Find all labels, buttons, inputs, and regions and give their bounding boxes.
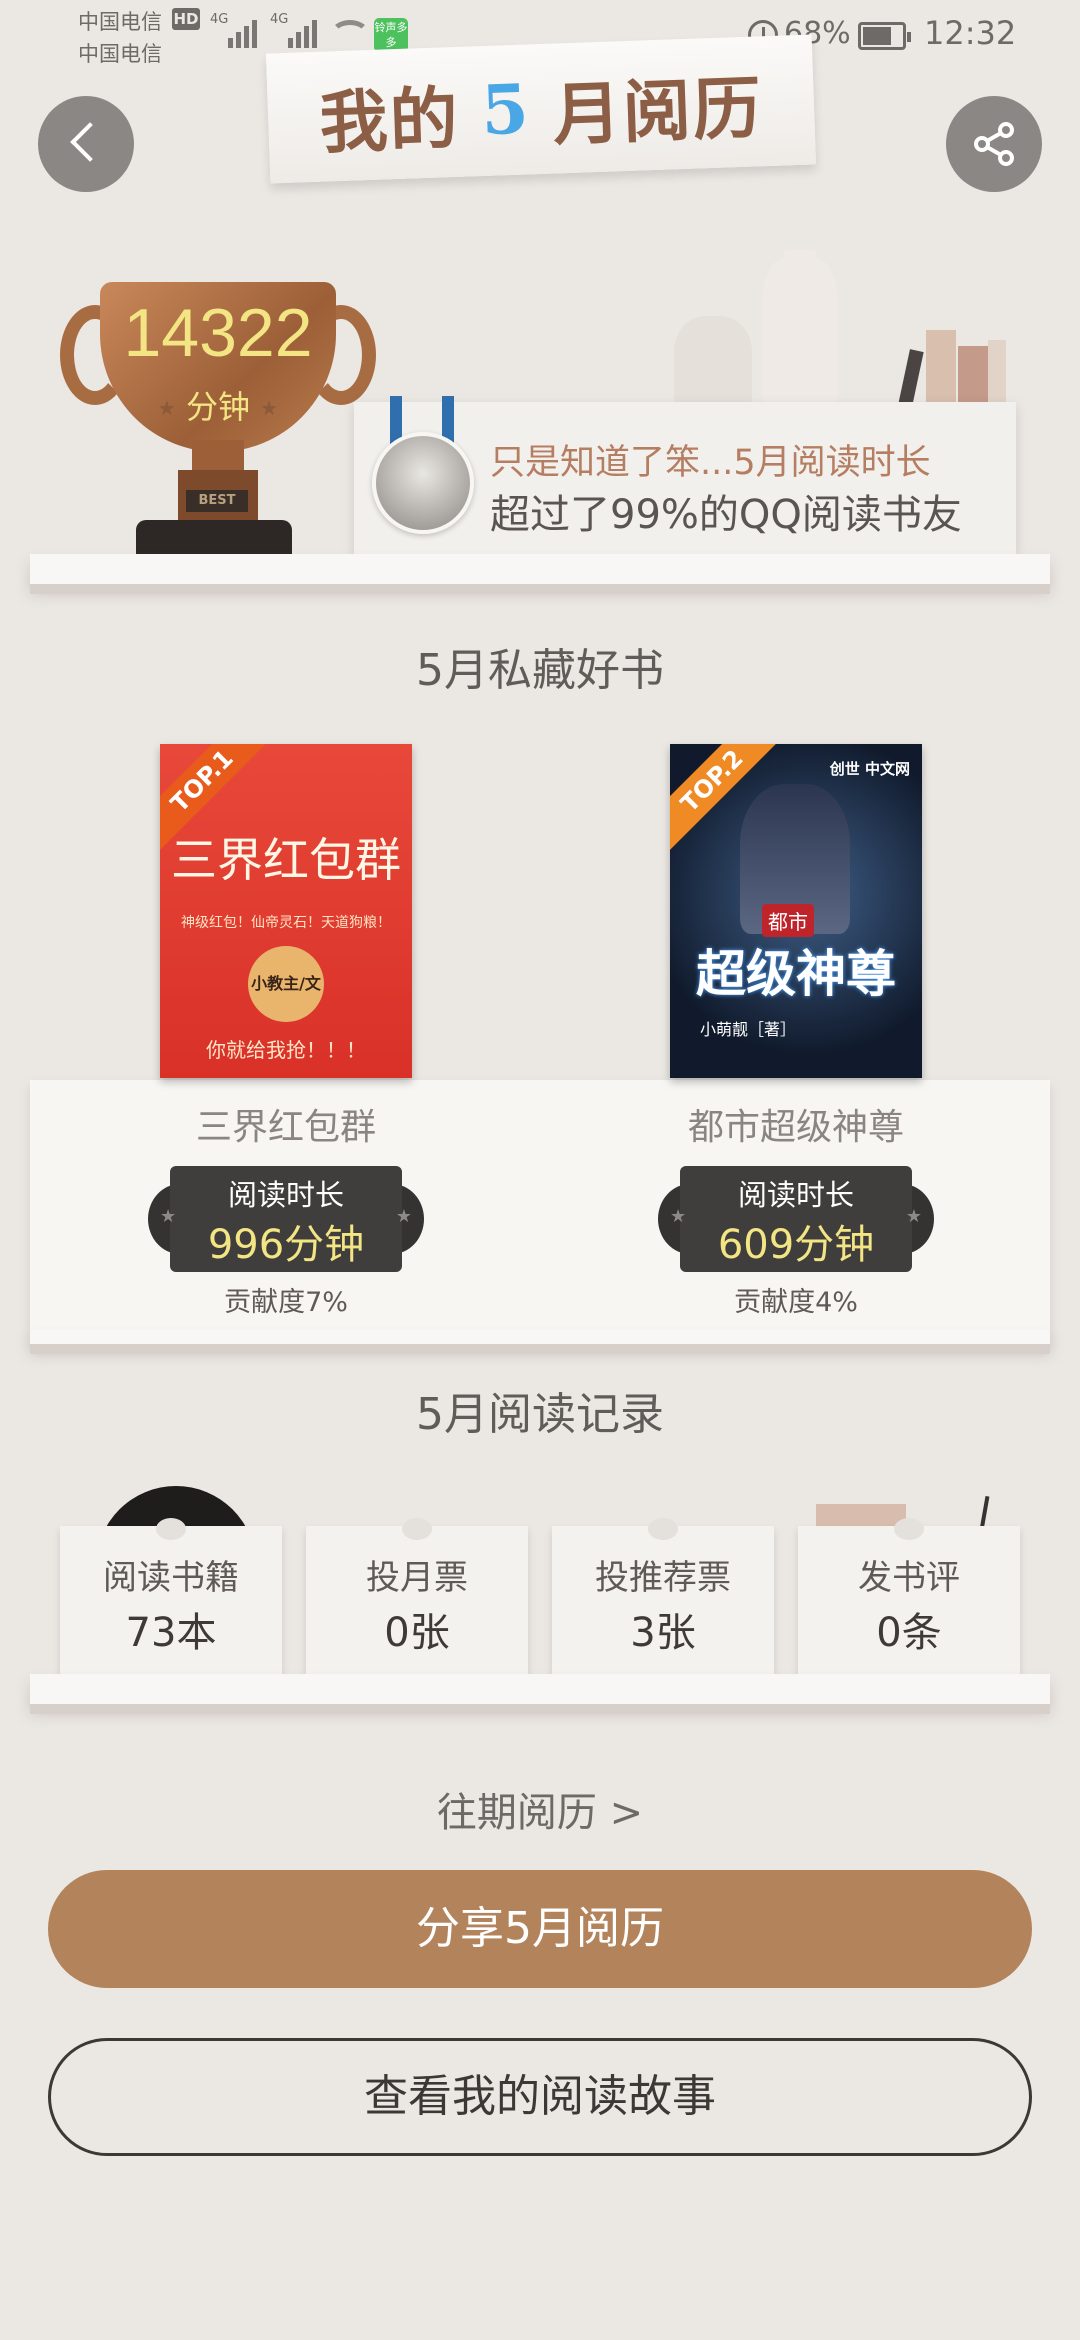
trophy-label: BEST <box>186 490 248 512</box>
page-title: 我的 5 月阅历 <box>265 34 817 184</box>
network-type-label: 4G <box>210 12 229 27</box>
record-card: 投推荐票 3张 <box>552 1518 774 1676</box>
cover-author: 小萌靓［著］ <box>700 1020 797 1039</box>
title-suffix: 月阅历 <box>551 67 765 156</box>
carrier-label: 中国电信 <box>78 10 162 34</box>
cover-tagline: 神级红包！仙帝灵石！天道狗粮！ <box>181 915 391 931</box>
cover-title: 超级神尊 <box>696 944 896 1003</box>
share-button[interactable] <box>946 96 1042 192</box>
reading-time-plaque: ★ ★ 阅读时长 609分钟 <box>658 1166 934 1272</box>
cover-author: 小教主/文 <box>248 946 324 1022</box>
clock: 12:32 <box>924 14 1017 52</box>
book-name[interactable]: 都市超级神尊 <box>616 1098 976 1150</box>
record-value: 3张 <box>630 1610 696 1656</box>
back-button[interactable] <box>38 96 134 192</box>
minutes-unit: ★ 分钟 ★ <box>157 388 279 426</box>
vase-decoration <box>762 250 838 406</box>
avatar <box>372 432 474 534</box>
cover-genre: 都市 <box>762 904 814 937</box>
reading-time-plaque: ★ ★ 阅读时长 996分钟 <box>148 1166 424 1272</box>
rank-username-line: 只是知道了笨...5月阅读时长 <box>490 443 931 483</box>
shelf <box>30 554 1050 594</box>
reading-time-value: 609分钟 <box>717 1222 875 1268</box>
reading-time-value: 996分钟 <box>207 1222 365 1268</box>
contribution-label: 贡献度7% <box>224 1287 348 1318</box>
shelf <box>30 1674 1050 1714</box>
record-value: 0条 <box>876 1610 942 1656</box>
shelf <box>30 1330 1050 1354</box>
signal-icon <box>228 14 257 48</box>
share-report-button[interactable]: 分享5月阅历 <box>48 1870 1032 1988</box>
record-value: 0张 <box>384 1610 450 1656</box>
title-month: 5 <box>479 69 533 152</box>
reading-time-label: 阅读时长 <box>737 1178 854 1212</box>
view-story-button[interactable]: 查看我的阅读故事 <box>48 2038 1032 2156</box>
history-link[interactable]: 往期阅历 > <box>0 1780 1080 1838</box>
cover-slogan: 你就给我抢！！！ <box>206 1038 366 1062</box>
vase-decoration <box>674 316 752 406</box>
title-prefix: 我的 <box>318 78 462 164</box>
record-value: 73本 <box>125 1610 217 1656</box>
record-card: 投月票 0张 <box>306 1518 528 1676</box>
trophy-foot <box>136 520 292 556</box>
cover-title: 三界红包群 <box>171 833 401 887</box>
total-minutes: 14322 <box>123 295 313 371</box>
books-decoration <box>898 330 1008 407</box>
contribution-label: 贡献度4% <box>734 1287 858 1318</box>
book-cover[interactable]: TOP.1 三界红包群 神级红包！仙帝灵石！天道狗粮！ 小教主/文 你就给我抢！… <box>160 744 412 1078</box>
publisher-logo: 创世 中文网 <box>829 760 910 778</box>
record-label: 投推荐票 <box>595 1558 731 1598</box>
record-label: 阅读书籍 <box>103 1558 239 1598</box>
share-icon <box>974 122 1014 166</box>
records-title: 5月阅读记录 <box>416 1389 664 1440</box>
wifi-icon <box>330 20 370 50</box>
record-label: 投月票 <box>366 1558 468 1598</box>
star-icon: ★ <box>157 396 176 420</box>
network-type-label: 4G <box>270 12 289 27</box>
record-card: 阅读书籍 73本 <box>60 1518 282 1676</box>
reading-time-label: 阅读时长 <box>227 1178 344 1212</box>
hd-icon: HD <box>172 8 200 30</box>
book-cover[interactable]: TOP.2 创世 中文网 都市 超级神尊 小萌靓［著］ <box>670 744 922 1078</box>
rank-percentile-line: 超过了99%的QQ阅读书友 <box>490 492 962 538</box>
record-label: 发书评 <box>858 1558 960 1598</box>
record-card: 发书评 0条 <box>798 1518 1020 1676</box>
star-icon: ★ <box>260 396 279 420</box>
favorites-title: 5月私藏好书 <box>416 645 664 696</box>
book-name[interactable]: 三界红包群 <box>106 1098 466 1150</box>
battery-icon <box>858 22 911 50</box>
app-notification-icon: 铃声多多 <box>374 18 408 52</box>
carrier-label: 中国电信 <box>78 42 162 66</box>
signal-icon <box>288 14 317 48</box>
